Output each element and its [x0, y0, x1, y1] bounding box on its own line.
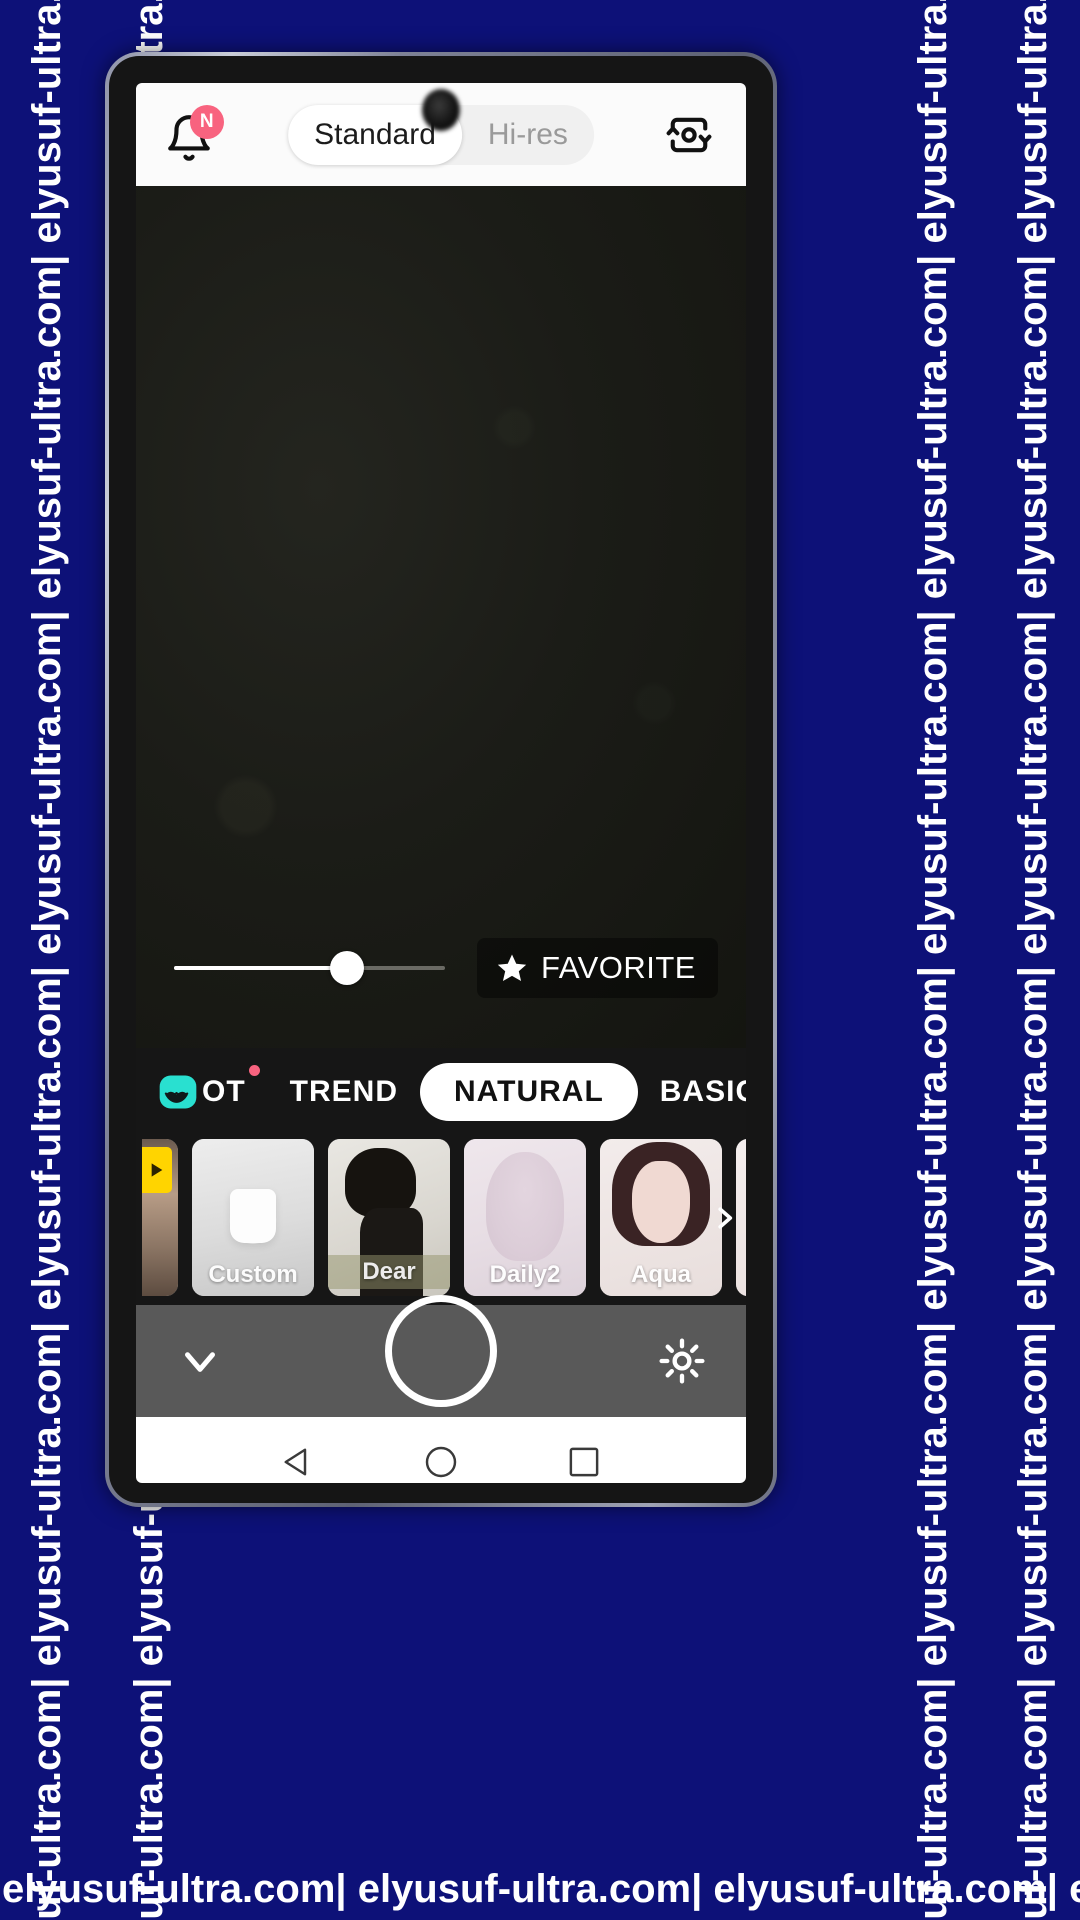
- tab-label: NATURAL: [454, 1075, 604, 1108]
- tab-label: TREND: [289, 1075, 399, 1108]
- watermark-text: elyusuf-ultra.com| elyusuf-ultra.com| el…: [911, 0, 956, 1920]
- tab-natural[interactable]: NATURAL: [420, 1063, 638, 1121]
- viewfinder-preview: [136, 186, 746, 1048]
- filter-thumb-partial-left[interactable]: [142, 1139, 178, 1296]
- recents-square-icon: [569, 1447, 599, 1477]
- favorite-label: FAVORITE: [540, 950, 696, 985]
- tab-ot[interactable]: OT: [202, 1063, 268, 1121]
- tab-trend[interactable]: TREND: [268, 1063, 420, 1121]
- filter-intensity-row: FAVORITE: [136, 938, 746, 998]
- home-circle-icon: [425, 1446, 457, 1478]
- chevron-right-icon: [718, 1206, 733, 1229]
- filter-thumbnail-list[interactable]: Custom Dear Daily2 Aqua: [136, 1130, 746, 1305]
- filter-next-page-button[interactable]: [704, 1198, 744, 1238]
- filter-thumb-dear[interactable]: Dear: [328, 1139, 450, 1296]
- thumbnail-label: Daily2: [489, 1261, 561, 1288]
- camera-controls-bar: [136, 1295, 746, 1417]
- filter-thumb-custom[interactable]: Custom: [192, 1139, 314, 1296]
- settings-button[interactable]: [654, 1333, 710, 1389]
- nav-home-button[interactable]: [411, 1431, 471, 1483]
- gear-icon: [659, 1338, 705, 1384]
- thumbnail-label: Dear: [328, 1255, 450, 1289]
- watermark-text: elyusuf-ultra.com| elyusuf-ultra.com| el…: [25, 0, 70, 1920]
- lips-filter-icon-button[interactable]: [152, 1066, 204, 1118]
- phone-frame: N Standard Hi-res FAVORITE OT TREND NATU…: [105, 52, 777, 1507]
- filter-intensity-slider[interactable]: [164, 948, 455, 988]
- back-triangle-icon: [284, 1448, 306, 1476]
- nav-back-button[interactable]: [268, 1431, 328, 1483]
- camera-viewfinder[interactable]: FAVORITE: [136, 186, 746, 1048]
- play-badge: [142, 1147, 172, 1193]
- thumbnail-label: Milk: [736, 1261, 746, 1289]
- camera-flip-icon: [666, 117, 712, 152]
- tab-basic[interactable]: BASIC: [638, 1063, 746, 1121]
- thumbnail-label: Custom: [208, 1261, 298, 1288]
- phone-screen: N Standard Hi-res FAVORITE OT TREND NATU…: [136, 83, 746, 1483]
- phone-bezel: N Standard Hi-res FAVORITE OT TREND NATU…: [109, 56, 773, 1503]
- slider-thumb[interactable]: [330, 951, 365, 985]
- star-icon: [497, 954, 527, 982]
- lips-filter-icon: [159, 1075, 197, 1109]
- chevron-down-icon: [185, 1352, 215, 1372]
- thumbnail-label: Aqua: [631, 1261, 691, 1288]
- app-top-bar: N Standard Hi-res: [136, 83, 746, 186]
- watermark-column-right-1: elyusuf-ultra.com| elyusuf-ultra.com| el…: [880, 0, 988, 1920]
- filter-category-tabs[interactable]: OT TREND NATURAL BASIC BLUR: [136, 1054, 746, 1130]
- favorite-button[interactable]: FAVORITE: [476, 938, 718, 998]
- watermark-bottom: elyusuf-ultra.com| elyusuf-ultra.com| el…: [0, 1844, 1080, 1920]
- nav-recents-button[interactable]: [554, 1431, 614, 1483]
- watermark-text: elyusuf-ultra.com| elyusuf-ultra.com| el…: [1011, 0, 1056, 1920]
- play-icon: [151, 1163, 163, 1177]
- watermark-column-left-1: elyusuf-ultra.com| elyusuf-ultra.com| el…: [0, 0, 102, 1920]
- tab-label: BASIC: [659, 1075, 746, 1108]
- tab-label: OT: [202, 1075, 246, 1108]
- tab-new-dot: [248, 1065, 260, 1076]
- segment-hi-res[interactable]: Hi-res: [462, 105, 594, 165]
- watermark-column-right-2: elyusuf-ultra.com| elyusuf-ultra.com| el…: [980, 0, 1080, 1920]
- camera-flip-button[interactable]: [660, 106, 718, 164]
- front-camera-punch-hole: [422, 89, 460, 131]
- shutter-button[interactable]: [385, 1295, 497, 1407]
- notification-bell-button[interactable]: N: [164, 104, 224, 163]
- collapse-panel-button[interactable]: [172, 1333, 228, 1389]
- watermark-bottom-text: elyusuf-ultra.com| elyusuf-ultra.com| el…: [2, 1867, 1080, 1911]
- filter-thumb-daily2[interactable]: Daily2: [464, 1139, 586, 1296]
- notification-badge: N: [190, 104, 224, 139]
- filter-panel: OT TREND NATURAL BASIC BLUR: [136, 1048, 746, 1305]
- android-navigation-bar: [136, 1417, 746, 1483]
